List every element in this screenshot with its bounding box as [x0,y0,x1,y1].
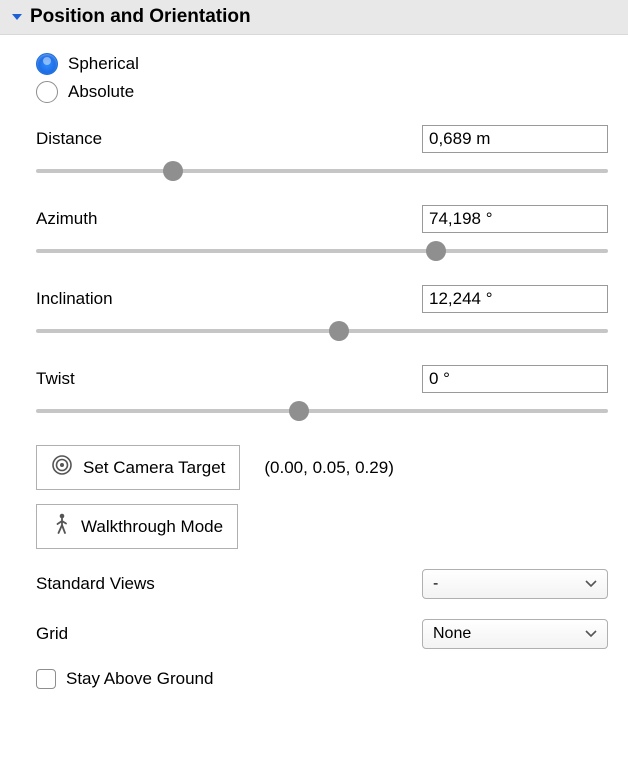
slider-track [36,169,608,173]
button-label: Walkthrough Mode [81,517,223,537]
distance-slider[interactable] [36,161,608,181]
button-label: Set Camera Target [83,458,225,478]
radio-label: Absolute [68,82,134,102]
radio-spherical[interactable]: Spherical [36,53,608,75]
panel-body: Spherical Absolute Distance Azimuth I [0,35,628,703]
slider-thumb[interactable] [289,401,309,421]
slider-thumb[interactable] [426,241,446,261]
twist-slider[interactable] [36,401,608,421]
radio-indicator [36,53,58,75]
param-inclination: Inclination [36,285,608,341]
slider-track [36,409,608,413]
slider-track [36,329,608,333]
walk-icon [51,513,71,540]
inclination-input[interactable] [422,285,608,313]
grid-row: Grid None [36,619,608,649]
distance-label: Distance [36,129,102,149]
camera-target-row: Set Camera Target (0.00, 0.05, 0.29) [36,445,608,490]
walkthrough-mode-button[interactable]: Walkthrough Mode [36,504,238,549]
azimuth-label: Azimuth [36,209,97,229]
radio-absolute[interactable]: Absolute [36,81,608,103]
radio-label: Spherical [68,54,139,74]
twist-input[interactable] [422,365,608,393]
grid-label: Grid [36,624,68,644]
stay-above-ground-row[interactable]: Stay Above Ground [36,669,608,689]
azimuth-slider[interactable] [36,241,608,261]
slider-thumb[interactable] [329,321,349,341]
radio-indicator [36,81,58,103]
standard-views-label: Standard Views [36,574,155,594]
select-value: - [433,575,438,593]
walkthrough-row: Walkthrough Mode [36,504,608,549]
chevron-down-icon [585,580,597,588]
param-distance: Distance [36,125,608,181]
slider-thumb[interactable] [163,161,183,181]
azimuth-input[interactable] [422,205,608,233]
panel-title: Position and Orientation [30,6,251,28]
select-value: None [433,625,471,643]
standard-views-row: Standard Views - [36,569,608,599]
target-icon [51,454,73,481]
slider-track [36,249,608,253]
checkbox[interactable] [36,669,56,689]
mode-radio-group: Spherical Absolute [36,53,608,103]
camera-target-coords: (0.00, 0.05, 0.29) [264,458,393,478]
standard-views-select[interactable]: - [422,569,608,599]
grid-select[interactable]: None [422,619,608,649]
chevron-down-icon [10,10,24,24]
inclination-label: Inclination [36,289,113,309]
inclination-slider[interactable] [36,321,608,341]
param-twist: Twist [36,365,608,421]
set-camera-target-button[interactable]: Set Camera Target [36,445,240,490]
distance-input[interactable] [422,125,608,153]
param-azimuth: Azimuth [36,205,608,261]
panel-header[interactable]: Position and Orientation [0,0,628,35]
chevron-down-icon [585,630,597,638]
checkbox-label: Stay Above Ground [66,669,213,689]
twist-label: Twist [36,369,75,389]
